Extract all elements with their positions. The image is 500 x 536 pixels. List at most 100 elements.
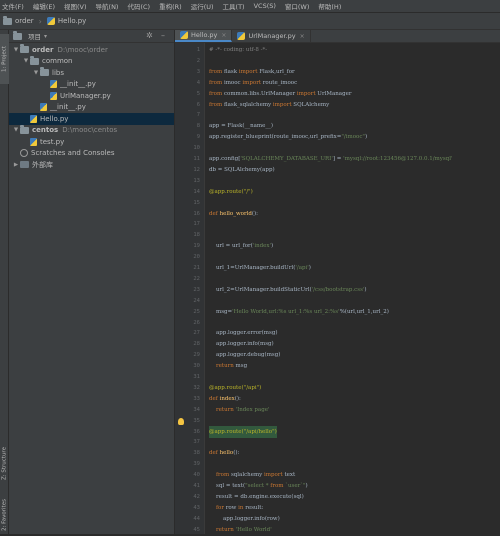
python-file-icon bbox=[30, 114, 37, 123]
line-number: 28 bbox=[193, 341, 200, 348]
folder-icon bbox=[40, 67, 49, 77]
menu-item-8[interactable]: VCS(S) bbox=[254, 2, 276, 10]
line-number: 25 bbox=[193, 308, 200, 315]
left-tool-strip: 1: Project Z: Structure 2: Favorites bbox=[0, 30, 9, 534]
close-tab-icon[interactable]: × bbox=[300, 33, 305, 40]
code-line: @app.route("/api/hello") bbox=[209, 425, 277, 438]
project-panel-header: 项目 ▾ ✲ – bbox=[9, 30, 174, 43]
line-number: 35 bbox=[193, 417, 200, 424]
intention-bulb-icon[interactable] bbox=[178, 417, 184, 425]
python-file-icon bbox=[50, 91, 57, 100]
tree-item-label: __init__.py bbox=[60, 80, 96, 89]
code-area[interactable]: # -*- coding: utf-8 -*- from flask import… bbox=[209, 43, 500, 534]
menu-item-0[interactable]: 文件(F) bbox=[2, 1, 24, 11]
editor-tab-label: Hello.py bbox=[191, 31, 218, 39]
folder-icon bbox=[20, 124, 29, 134]
project-panel: 项目 ▾ ✲ – ▼ order D:\mooc\order ▼ common ▼ libs… bbox=[9, 30, 175, 534]
line-number: 26 bbox=[193, 319, 200, 326]
menu-item-3[interactable]: 导航(N) bbox=[96, 1, 119, 11]
line-number: 31 bbox=[193, 374, 200, 380]
line-number: 3 bbox=[196, 68, 200, 75]
tree-item[interactable]: ▶ 外部库 bbox=[9, 159, 174, 171]
tree-item[interactable]: ▼ common bbox=[9, 55, 174, 68]
tree-item-label: test.py bbox=[40, 137, 65, 146]
line-number: 4 bbox=[196, 79, 200, 86]
settings-gear-icon[interactable]: ✲ bbox=[146, 31, 153, 40]
tree-item[interactable]: ▼ centos D:\mooc\centos bbox=[9, 124, 174, 137]
line-number: 39 bbox=[193, 461, 200, 468]
line-number: 30 bbox=[193, 363, 200, 370]
tree-item[interactable]: UrlManager.py bbox=[9, 90, 174, 102]
breadcrumb-project-label: order bbox=[15, 17, 34, 25]
editor-area: Hello.py × UrlManager.py × 1 2 3 4 5 6 7 8 9 10 11 12 1… bbox=[175, 30, 500, 534]
menu-item-4[interactable]: 代码(C) bbox=[127, 1, 150, 11]
tree-item-label: Hello.py bbox=[40, 114, 69, 123]
breadcrumb-file[interactable]: Hello.py bbox=[46, 17, 87, 25]
tree-item[interactable]: ▼ order D:\mooc\order bbox=[9, 44, 174, 56]
line-number: 9 bbox=[196, 134, 200, 141]
tree-item-label: order bbox=[32, 45, 54, 54]
line-number: 12 bbox=[193, 166, 200, 173]
menu-item-1[interactable]: 编辑(E) bbox=[33, 1, 55, 11]
hide-panel-icon[interactable]: – bbox=[161, 31, 165, 40]
line-number: 22 bbox=[193, 275, 200, 282]
expand-arrow-icon[interactable]: ▼ bbox=[12, 47, 20, 53]
library-icon bbox=[20, 161, 29, 169]
tree-item[interactable]: test.py bbox=[9, 136, 174, 148]
dropdown-chevron-icon[interactable]: ▾ bbox=[44, 33, 47, 40]
line-number: 1 bbox=[196, 47, 200, 53]
structure-tool-tab[interactable]: Z: Structure bbox=[0, 440, 9, 488]
line-number: 18 bbox=[193, 232, 200, 239]
tree-item[interactable]: Hello.py bbox=[9, 113, 174, 125]
line-number: 5 bbox=[196, 90, 200, 97]
tree-item[interactable]: __init__.py bbox=[9, 102, 174, 114]
project-tool-tab[interactable]: 1: Project bbox=[0, 34, 9, 84]
tree-item-path: D:\mooc\order bbox=[57, 45, 108, 54]
tree-item[interactable]: Scratches and Consoles bbox=[9, 148, 174, 160]
python-file-icon bbox=[40, 103, 47, 112]
tree-item-label: common bbox=[42, 57, 73, 66]
tree-item[interactable]: __init__.py bbox=[9, 79, 174, 91]
line-number: 6 bbox=[196, 101, 200, 108]
expand-arrow-icon[interactable]: ▼ bbox=[32, 70, 40, 76]
favorites-tool-tab[interactable]: 2: Favorites bbox=[0, 495, 9, 535]
python-file-icon bbox=[180, 31, 188, 39]
breadcrumb-file-label: Hello.py bbox=[57, 17, 87, 25]
python-file-icon bbox=[50, 80, 57, 89]
line-number: 36 bbox=[193, 428, 200, 435]
menu-item-5[interactable]: 重构(R) bbox=[159, 1, 182, 11]
line-number: 15 bbox=[193, 199, 200, 206]
code-line: return 'Index page' bbox=[216, 406, 270, 413]
menu-item-6[interactable]: 运行(U) bbox=[191, 1, 214, 11]
line-number: 21 bbox=[193, 265, 200, 271]
tree-item-label: UrlManager.py bbox=[60, 91, 111, 100]
folder-icon bbox=[20, 44, 29, 54]
line-number: 17 bbox=[193, 221, 200, 228]
editor-tab[interactable]: UrlManager.py × bbox=[232, 30, 311, 42]
line-number: 13 bbox=[193, 177, 200, 184]
tree-item[interactable]: ▼ libs bbox=[9, 67, 174, 79]
expand-arrow-icon[interactable]: ▼ bbox=[22, 58, 30, 64]
line-number: 23 bbox=[193, 286, 200, 293]
line-number: 38 bbox=[193, 450, 200, 457]
tree-item-label: __init__.py bbox=[50, 103, 86, 112]
menu-item-2[interactable]: 视图(V) bbox=[64, 1, 87, 11]
menu-item-7[interactable]: 工具(T) bbox=[223, 1, 245, 11]
folder-icon bbox=[30, 55, 39, 65]
breadcrumb-project[interactable]: order bbox=[3, 15, 34, 25]
line-number: 34 bbox=[193, 406, 200, 413]
code-line: app.register_blueprint(route_imooc,url_p… bbox=[209, 134, 368, 141]
code-line: db = SQLAlchemy(app) bbox=[209, 166, 275, 173]
tree-item-label: Scratches and Consoles bbox=[31, 149, 115, 158]
project-panel-title: 项目 bbox=[28, 33, 41, 41]
expand-arrow-icon[interactable]: ▶ bbox=[12, 162, 20, 168]
expand-arrow-icon[interactable]: ▼ bbox=[12, 127, 20, 133]
line-number: 10 bbox=[193, 145, 200, 152]
line-number: 7 bbox=[196, 112, 200, 119]
menu-item-9[interactable]: 窗口(W) bbox=[285, 1, 310, 11]
close-tab-icon[interactable]: × bbox=[221, 32, 226, 39]
menu-item-10[interactable]: 帮助(H) bbox=[318, 1, 341, 11]
editor-tab[interactable]: Hello.py × bbox=[175, 30, 233, 42]
tree-item-label: centos bbox=[32, 126, 59, 135]
line-number: 8 bbox=[196, 123, 200, 130]
